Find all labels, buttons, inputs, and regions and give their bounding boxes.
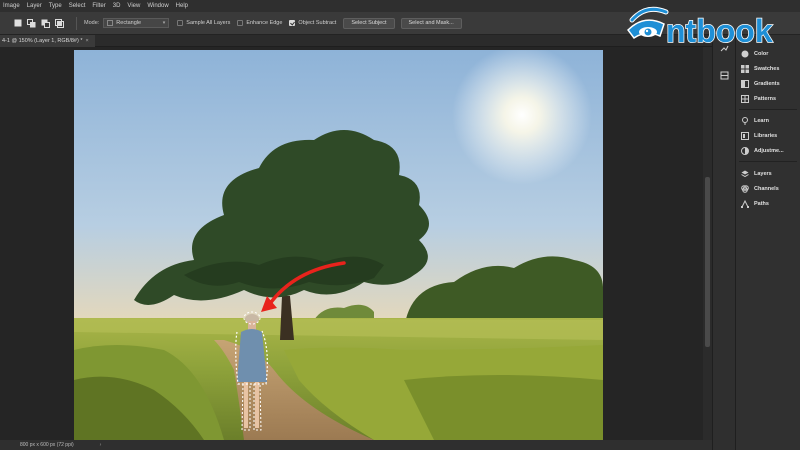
mode-value: Rectangle <box>116 20 142 26</box>
scrollbar-thumb[interactable] <box>705 177 710 347</box>
menu-3d[interactable]: 3D <box>113 3 121 9</box>
rectangle-mode-icon <box>107 20 114 26</box>
learn-icon <box>741 117 749 125</box>
menu-window[interactable]: Window <box>147 3 168 9</box>
panel-divider <box>739 161 797 162</box>
swatches-icon <box>741 65 749 73</box>
object-subtract-box <box>289 20 296 26</box>
enhance-edge-checkbox[interactable]: Enhance Edge <box>237 20 282 26</box>
status-arrow-icon[interactable]: › <box>100 442 102 448</box>
enhance-edge-label: Enhance Edge <box>246 20 283 26</box>
document-canvas[interactable] <box>74 50 603 440</box>
new-selection-icon[interactable] <box>13 19 22 28</box>
adjustments-icon <box>741 147 749 155</box>
menu-view[interactable]: View <box>127 3 140 9</box>
menu-layer[interactable]: Layer <box>27 3 42 9</box>
panel-channels[interactable]: Channels <box>741 184 779 194</box>
panel-label: Patterns <box>754 96 777 102</box>
status-bar: 800 px x 600 px (72 ppi) › <box>0 440 712 450</box>
subtract-from-selection-icon[interactable] <box>41 19 50 28</box>
properties-icon[interactable] <box>720 71 729 80</box>
select-and-mask-button[interactable]: Select and Mask... <box>400 17 462 29</box>
document-tab-bar: 4-1 @ 150% (Layer 1, RGB/8#) * × <box>0 35 712 47</box>
panel-label: Gradients <box>754 81 780 87</box>
canvas-area <box>0 47 703 440</box>
menu-type[interactable]: Type <box>49 3 62 9</box>
mode-label: Mode: <box>84 20 100 26</box>
paths-icon <box>741 200 749 208</box>
panel-divider <box>739 109 797 110</box>
intersect-selection-icon[interactable] <box>55 18 64 28</box>
panel-label: Paths <box>754 201 769 207</box>
libraries-icon <box>741 132 749 140</box>
panel-paths[interactable]: Paths <box>741 199 769 209</box>
photo-image <box>74 50 603 440</box>
ntbook-logo: ntbook <box>626 2 800 52</box>
panel-label: Channels <box>754 186 779 192</box>
panel-label: Layers <box>754 171 772 177</box>
panel-label: Adjustme... <box>754 148 784 154</box>
channels-icon <box>741 185 749 193</box>
mode-select[interactable]: Rectangle ▾ <box>103 18 170 28</box>
panel-label: Libraries <box>754 133 778 139</box>
ntbook-logo-text: ntbook <box>666 13 773 49</box>
sample-all-layers-label: Sample All Layers <box>186 20 231 26</box>
menu-select[interactable]: Select <box>69 3 86 9</box>
panel-icon-strip <box>712 35 735 450</box>
chevron-down-icon: ▾ <box>162 20 166 26</box>
panel-label: Learn <box>754 118 769 124</box>
options-divider <box>76 16 77 30</box>
panel-patterns[interactable]: Patterns <box>741 94 776 104</box>
object-subtract-label: Object Subtract <box>298 20 337 26</box>
menu-filter[interactable]: Filter <box>92 3 105 9</box>
patterns-icon <box>741 95 749 103</box>
panel-layers[interactable]: Layers <box>741 169 772 179</box>
panel-learn[interactable]: Learn <box>741 116 769 126</box>
menu-image[interactable]: Image <box>3 3 20 9</box>
document-size: 800 px x 600 px (72 ppi) <box>20 442 74 448</box>
add-to-selection-icon[interactable] <box>27 18 36 28</box>
layers-icon <box>741 170 749 178</box>
photoshop-window: Image Layer Type Select Filter 3D View W… <box>0 0 800 450</box>
panels-column: Color Swatches Gradients Patterns Learn … <box>735 35 800 450</box>
select-subject-button[interactable]: Select Subject <box>343 17 395 29</box>
panel-label: Swatches <box>754 66 780 72</box>
sample-all-layers-checkbox[interactable]: Sample All Layers <box>177 20 230 26</box>
enhance-edge-box <box>237 20 244 26</box>
panel-libraries[interactable]: Libraries <box>741 131 777 141</box>
panel-swatches[interactable]: Swatches <box>741 64 779 74</box>
gradients-icon <box>741 80 749 88</box>
vertical-scrollbar[interactable] <box>703 47 712 440</box>
menu-help[interactable]: Help <box>176 3 188 9</box>
close-tab-icon[interactable]: × <box>85 38 88 44</box>
panel-gradients[interactable]: Gradients <box>741 79 780 89</box>
object-subtract-checkbox[interactable]: Object Subtract <box>289 20 336 26</box>
document-tab[interactable]: 4-1 @ 150% (Layer 1, RGB/8#) * × <box>0 35 95 47</box>
document-tab-title: 4-1 @ 150% (Layer 1, RGB/8#) * <box>2 38 83 44</box>
panel-adjustments[interactable]: Adjustme... <box>741 146 784 156</box>
sample-all-layers-box <box>177 20 184 26</box>
